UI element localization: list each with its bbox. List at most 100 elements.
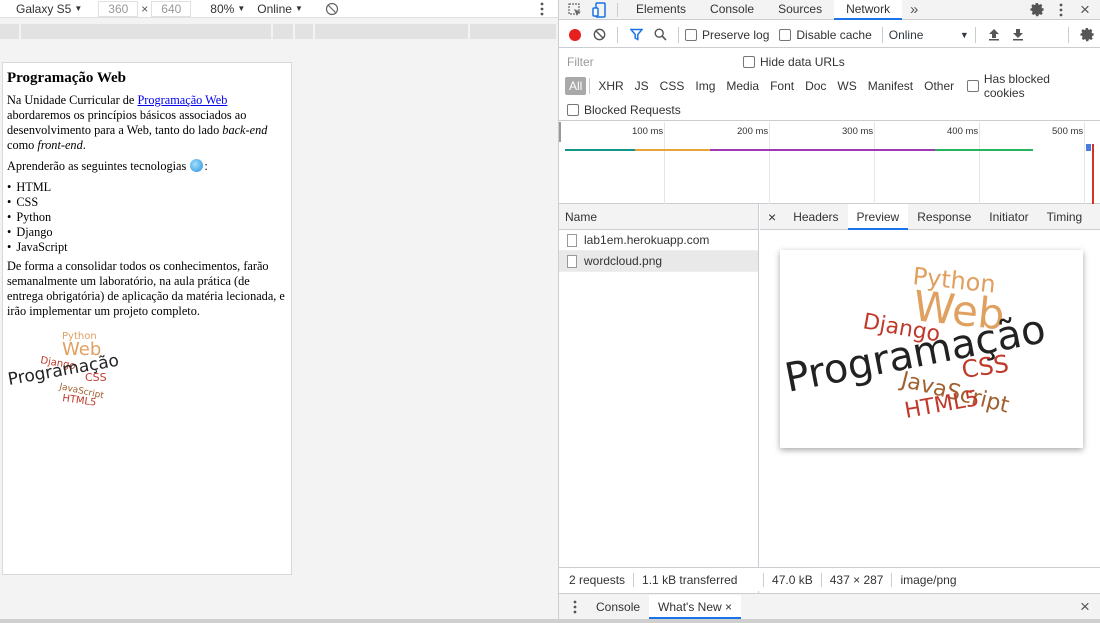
- device-width-input[interactable]: 360: [98, 0, 139, 17]
- wordcloud-thumbnail: Python Web Django Programação CSS JavaSc…: [6, 331, 120, 409]
- type-filter-img[interactable]: Img: [691, 77, 719, 95]
- record-icon: [569, 28, 581, 41]
- close-detail-button[interactable]: ×: [760, 204, 784, 230]
- tab-preview[interactable]: Preview: [847, 203, 909, 230]
- list-item: JavaScript: [7, 240, 287, 255]
- timeline-tick-label: 100 ms: [632, 126, 664, 137]
- drawer-tab-whats-new[interactable]: What's New ×: [649, 594, 742, 619]
- upload-icon: [988, 29, 999, 41]
- checkbox-icon: [779, 28, 792, 41]
- transferred-size: 1.1 kB transferred: [634, 572, 765, 587]
- record-button[interactable]: [563, 25, 587, 45]
- tab-headers[interactable]: Headers: [784, 204, 847, 230]
- chevron-down-icon: ▼: [74, 4, 83, 13]
- intro-paragraph: Na Unidade Curricular de Programação Web…: [7, 93, 268, 152]
- tech-intro: Aprenderão as seguintes tecnologias :: [7, 159, 208, 173]
- blocked-requests-row: Blocked Requests: [559, 99, 1100, 121]
- wc-css: CSS: [960, 350, 1011, 384]
- type-filter-manifest[interactable]: Manifest: [864, 77, 917, 95]
- network-settings-button[interactable]: [1075, 25, 1099, 45]
- device-more-button[interactable]: [540, 0, 544, 18]
- more-vertical-icon: [1059, 3, 1063, 16]
- device-mode-icon: [592, 1, 606, 18]
- page-title: Programação Web: [7, 70, 127, 86]
- import-har-button[interactable]: [982, 25, 1006, 45]
- type-filter-all[interactable]: All: [565, 77, 587, 95]
- device-select[interactable]: Galaxy S5 ▼: [16, 0, 82, 18]
- drawer-tab-bar: Console What's New × ×: [559, 593, 1100, 619]
- request-row[interactable]: lab1em.herokuapp.com: [559, 230, 758, 251]
- zoom-value: 80%: [210, 1, 235, 16]
- close-drawer-button[interactable]: ×: [1073, 597, 1097, 617]
- checkbox-icon: [567, 103, 579, 116]
- throttle-value: Online: [257, 1, 292, 16]
- type-filter-css[interactable]: CSS: [656, 77, 689, 95]
- throttle-select[interactable]: Online ▼: [257, 0, 303, 18]
- rotate-button[interactable]: [325, 0, 339, 18]
- tab-elements[interactable]: Elements: [624, 0, 698, 20]
- chevron-down-icon: ▼: [237, 4, 246, 13]
- image-size: 47.0 kB: [764, 572, 822, 587]
- search-button[interactable]: [648, 25, 672, 45]
- device-toolbar-toggle[interactable]: [587, 0, 611, 20]
- gear-icon: [1079, 27, 1094, 42]
- request-name: wordcloud.png: [584, 254, 663, 268]
- hide-data-urls-label: Hide data URLs: [760, 55, 845, 69]
- disable-cache-checkbox[interactable]: Disable cache: [779, 28, 872, 42]
- timeline-tick-label: 500 ms: [1052, 126, 1084, 137]
- drawer-menu-button[interactable]: [563, 597, 587, 617]
- list-item: Django: [7, 225, 287, 240]
- lab-paragraph: De forma a consolidar todos os conhecime…: [7, 259, 285, 318]
- more-tabs-button[interactable]: »: [902, 0, 926, 20]
- request-count: 2 requests: [559, 572, 635, 587]
- checkbox-icon: [743, 56, 755, 68]
- filter-input[interactable]: Filter: [565, 53, 725, 71]
- detail-tab-bar: × Headers Preview Response Initiator Tim…: [760, 203, 1100, 230]
- hide-data-urls-checkbox[interactable]: Hide data URLs: [743, 55, 845, 69]
- status-bar: 2 requests 1.1 kB transferred 47.0 kB 43…: [559, 567, 1100, 591]
- request-detail-pane: × Headers Preview Response Initiator Tim…: [760, 203, 1100, 593]
- settings-button[interactable]: [1025, 0, 1049, 20]
- more-vertical-icon: [573, 600, 577, 613]
- request-row[interactable]: wordcloud.png: [559, 251, 758, 272]
- close-devtools-button[interactable]: ×: [1073, 0, 1097, 20]
- device-height-input[interactable]: 640: [151, 0, 192, 17]
- media-query-bar[interactable]: [0, 24, 556, 39]
- network-throttle-select[interactable]: Online ▼: [889, 28, 969, 42]
- tab-network[interactable]: Network: [834, 0, 903, 20]
- request-list: Name lab1em.herokuapp.com wordcloud.png: [559, 204, 759, 593]
- drawer-tab-console[interactable]: Console: [587, 595, 649, 619]
- preserve-log-label: Preserve log: [702, 27, 770, 42]
- close-icon[interactable]: ×: [725, 600, 732, 614]
- type-filter-doc[interactable]: Doc: [801, 77, 830, 95]
- preserve-log-checkbox[interactable]: Preserve log: [685, 28, 769, 42]
- image-file-icon: [567, 254, 577, 268]
- type-filter-other[interactable]: Other: [920, 77, 958, 95]
- tab-initiator[interactable]: Initiator: [980, 204, 1037, 230]
- tab-timing[interactable]: Timing: [1038, 204, 1092, 230]
- blocked-requests-checkbox[interactable]: Blocked Requests: [567, 103, 681, 117]
- filter-toggle-button[interactable]: [624, 25, 648, 45]
- network-overview-timeline[interactable]: 100 ms 200 ms 300 ms 400 ms 500 ms: [559, 122, 1100, 204]
- inspect-element-button[interactable]: [563, 0, 587, 20]
- course-link[interactable]: Programação Web: [137, 93, 227, 107]
- zoom-select[interactable]: 80% ▼: [210, 0, 245, 18]
- blocked-requests-label: Blocked Requests: [584, 102, 681, 117]
- type-filter-media[interactable]: Media: [722, 77, 763, 95]
- export-har-button[interactable]: [1006, 25, 1030, 45]
- request-name: lab1em.herokuapp.com: [584, 233, 710, 247]
- type-filter-js[interactable]: JS: [631, 77, 653, 95]
- type-filter-ws[interactable]: WS: [833, 77, 860, 95]
- timeline-tick-label: 200 ms: [737, 126, 769, 137]
- name-column-header[interactable]: Name: [559, 204, 758, 230]
- clear-button[interactable]: [587, 25, 611, 45]
- has-blocked-cookies-label: Has blocked cookies: [983, 72, 1050, 100]
- has-blocked-cookies-checkbox[interactable]: Has blocked cookies: [967, 72, 1091, 100]
- tab-response[interactable]: Response: [908, 204, 980, 230]
- type-filter-xhr[interactable]: XHR: [594, 77, 627, 95]
- type-filter-font[interactable]: Font: [766, 77, 798, 95]
- devtools-menu-button[interactable]: [1049, 0, 1073, 20]
- tab-console[interactable]: Console: [698, 0, 766, 20]
- list-item: CSS: [7, 195, 287, 210]
- tab-sources[interactable]: Sources: [766, 0, 834, 20]
